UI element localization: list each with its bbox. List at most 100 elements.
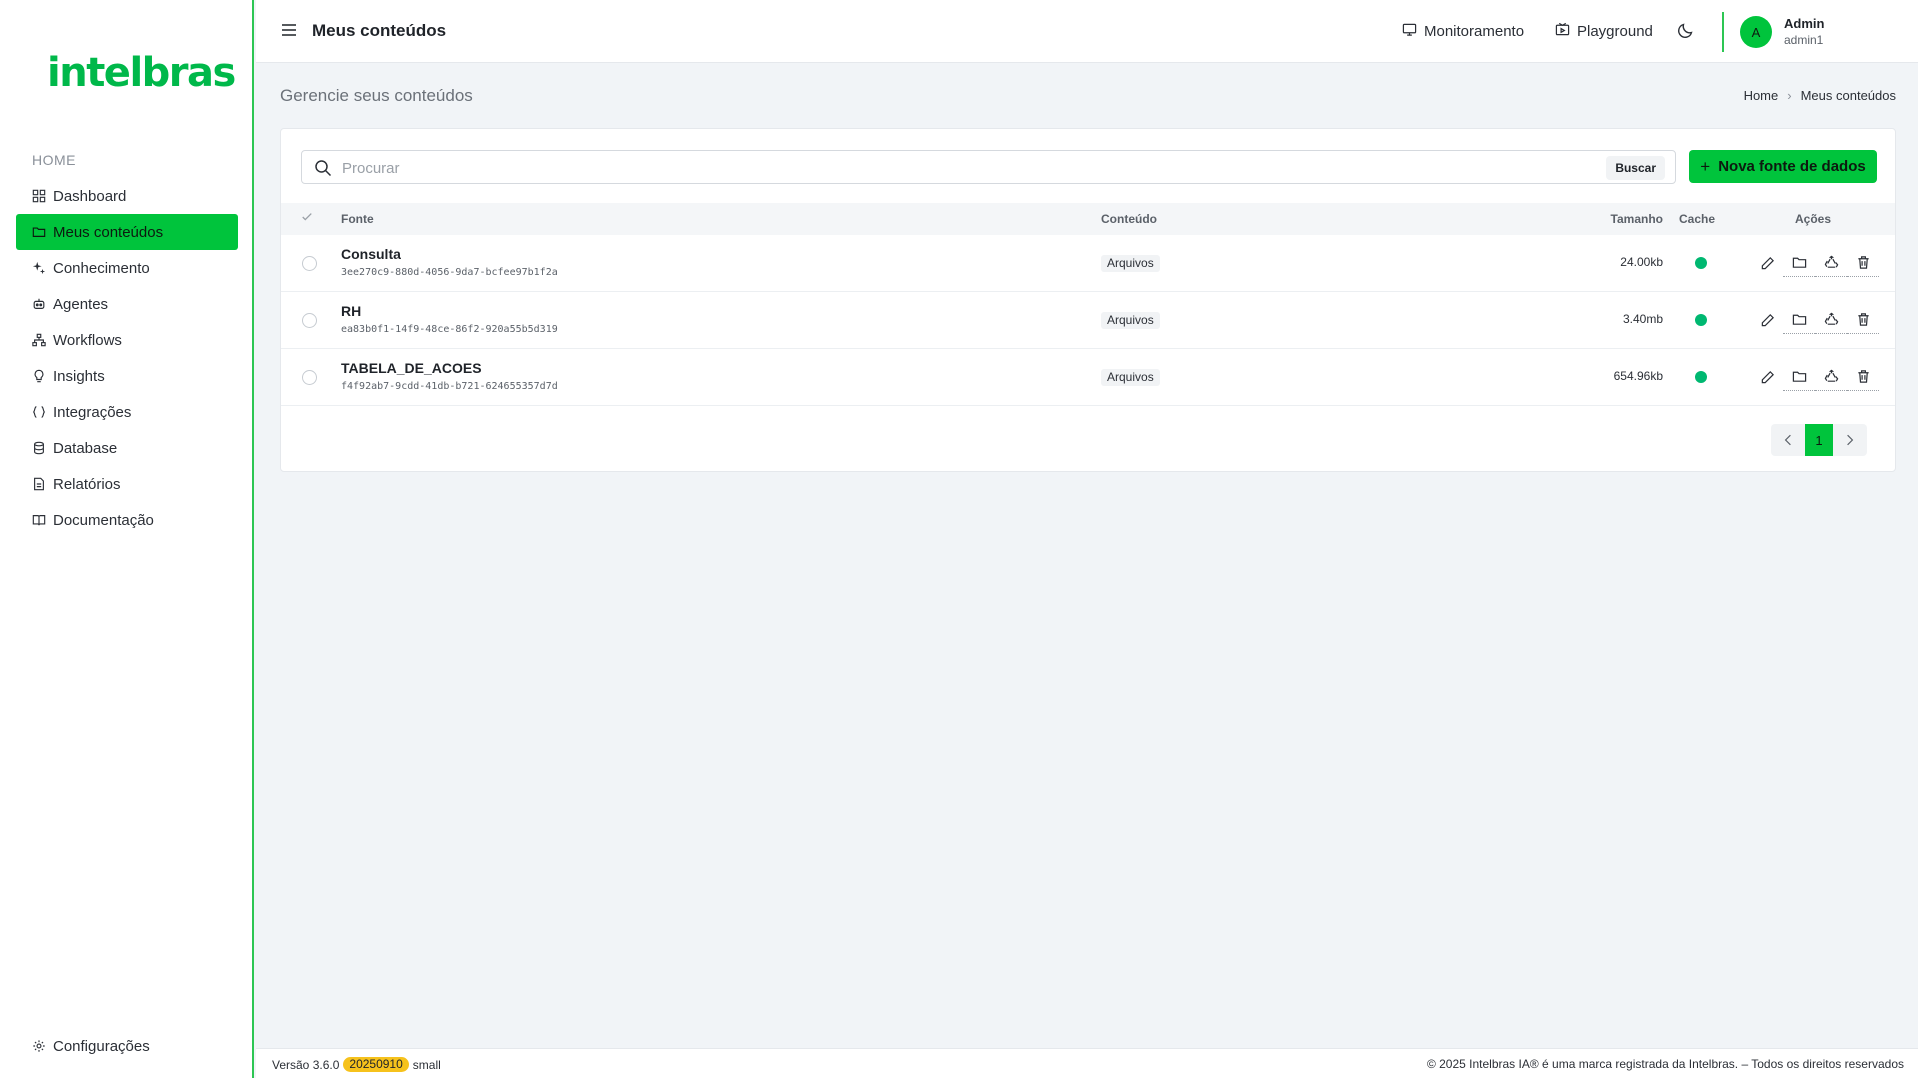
sparkle-icon — [32, 261, 46, 275]
column-actions: Ações — [1795, 212, 1832, 226]
book-icon — [32, 513, 46, 527]
sidebar-item-label: Documentação — [53, 511, 154, 529]
new-data-source-button[interactable]: + Nova fonte de dados — [1689, 150, 1877, 183]
folder-icon[interactable] — [1783, 363, 1815, 391]
edit-pencil-icon[interactable] — [1751, 249, 1783, 277]
sidebar-item-configuracoes[interactable]: Configurações — [16, 1028, 238, 1064]
breadcrumb-home[interactable]: Home — [1744, 88, 1779, 103]
source-id: f4f92ab7-9cdd-41db-b721-624655357d7d — [341, 381, 558, 392]
row-select-radio[interactable] — [302, 370, 317, 385]
menu-icon[interactable] — [280, 21, 298, 39]
breadcrumb-current: Meus conteúdos — [1800, 88, 1896, 103]
sidebar-item-workflows[interactable]: Workflows — [16, 322, 238, 358]
trash-icon[interactable] — [1847, 306, 1879, 334]
page-title: Meus conteúdos — [312, 21, 447, 40]
source-name[interactable]: RH — [341, 303, 361, 319]
trash-icon[interactable] — [1847, 249, 1879, 277]
user-name: Admin — [1784, 16, 1825, 31]
sidebar-item-label: Relatórios — [53, 475, 121, 493]
grid-icon — [32, 189, 46, 203]
source-name[interactable]: TABELA_DE_ACOES — [341, 360, 482, 376]
monitoring-link[interactable]: Monitoramento — [1402, 22, 1524, 41]
database-icon — [32, 441, 46, 455]
content-badge: Arquivos — [1101, 255, 1160, 272]
content-badge: Arquivos — [1101, 312, 1160, 329]
moon-icon[interactable] — [1676, 20, 1696, 40]
build-badge: 20250910 — [343, 1057, 409, 1072]
row-select-radio[interactable] — [302, 313, 317, 328]
sidebar-bottom: Configurações — [16, 1028, 238, 1064]
sidebar-item-meus-conteudos[interactable]: Meus conteúdos — [16, 214, 238, 250]
size-label: small — [412, 1057, 441, 1072]
playground-label: Playground — [1577, 23, 1653, 40]
table-header: Fonte Conteúdo Tamanho Cache Ações — [281, 203, 1895, 235]
avatar[interactable]: A — [1740, 16, 1772, 48]
report-icon — [32, 477, 46, 491]
select-all-check-icon[interactable] — [301, 211, 313, 226]
column-source[interactable]: Fonte — [341, 212, 374, 226]
search-button[interactable]: Buscar — [1606, 156, 1665, 180]
page-number-button[interactable]: 1 — [1805, 424, 1833, 456]
sidebar-item-label: Agentes — [53, 295, 109, 313]
trash-icon[interactable] — [1847, 363, 1879, 391]
table-row: TABELA_DE_ACOES f4f92ab7-9cdd-41db-b721-… — [281, 349, 1895, 406]
chevron-right-icon: › — [1787, 88, 1792, 103]
recycle-icon[interactable] — [1815, 363, 1847, 391]
row-actions — [1751, 306, 1879, 334]
search-box: Buscar — [301, 150, 1676, 184]
footer: Versão 3.6.0 20250910 small © 2025 Intel… — [256, 1048, 1918, 1078]
recycle-icon[interactable] — [1815, 249, 1847, 277]
source-name[interactable]: Consulta — [341, 246, 401, 262]
new-data-source-label: Nova fonte de dados — [1718, 158, 1866, 175]
sidebar-item-agentes[interactable]: Agentes — [16, 286, 238, 322]
sidebar-item-dashboard[interactable]: Dashboard — [16, 178, 238, 214]
source-size: 654.96kb — [1613, 369, 1663, 383]
robot-icon — [32, 297, 46, 311]
copyright: © 2025 Intelbras IA® é uma marca registr… — [1426, 1057, 1904, 1071]
column-size[interactable]: Tamanho — [1611, 212, 1663, 226]
intelbras-logo[interactable]: intelbras — [47, 50, 236, 96]
search-icon — [314, 159, 332, 177]
next-page-button[interactable] — [1833, 424, 1867, 456]
folder-icon — [32, 225, 46, 239]
user-login: admin1 — [1784, 33, 1824, 47]
sidebar-item-label: Dashboard — [53, 187, 127, 205]
sidebar: intelbras HOME Dashboard Meus conteúdos … — [0, 0, 254, 1078]
folder-icon[interactable] — [1783, 249, 1815, 277]
sidebar-item-label: Integrações — [53, 403, 132, 421]
source-size: 3.40mb — [1622, 312, 1663, 326]
sidebar-item-insights[interactable]: Insights — [16, 358, 238, 394]
content-badge: Arquivos — [1101, 369, 1160, 386]
sidebar-item-conhecimento[interactable]: Conhecimento — [16, 250, 238, 286]
playground-link[interactable]: Playground — [1555, 22, 1653, 41]
nav-section-title: HOME — [32, 152, 76, 168]
sidebar-item-relatorios[interactable]: Relatórios — [16, 466, 238, 502]
previous-page-button[interactable] — [1771, 424, 1805, 456]
version-label: Versão 3.6.0 — [272, 1057, 340, 1072]
column-cache: Cache — [1679, 212, 1716, 226]
sidebar-item-label: Insights — [53, 367, 105, 385]
page-subtitle: Gerencie seus conteúdos — [280, 86, 473, 105]
column-content[interactable]: Conteúdo — [1101, 212, 1157, 226]
row-select-radio[interactable] — [302, 256, 317, 271]
sitemap-icon — [32, 333, 46, 347]
edit-pencil-icon[interactable] — [1751, 306, 1783, 334]
header-divider — [1722, 12, 1724, 52]
folder-icon[interactable] — [1783, 306, 1815, 334]
sidebar-item-integracoes[interactable]: Integrações — [16, 394, 238, 430]
version-info: Versão 3.6.0 20250910 small — [272, 1057, 441, 1072]
cache-status-dot — [1695, 257, 1707, 269]
playground-icon — [1555, 22, 1577, 41]
sidebar-item-label: Database — [53, 439, 118, 457]
edit-pencil-icon[interactable] — [1751, 363, 1783, 391]
recycle-icon[interactable] — [1815, 306, 1847, 334]
search-input[interactable] — [342, 157, 1542, 179]
topbar: Meus conteúdos Monitoramento Playground … — [256, 0, 1918, 63]
row-actions — [1751, 249, 1879, 277]
sidebar-item-documentacao[interactable]: Documentação — [16, 502, 238, 538]
sidebar-nav: Dashboard Meus conteúdos Conhecimento Ag… — [16, 178, 238, 538]
sidebar-item-label: Meus conteúdos — [53, 223, 164, 241]
contents-card: Buscar + Nova fonte de dados Fonte Conte… — [280, 128, 1896, 472]
sidebar-item-database[interactable]: Database — [16, 430, 238, 466]
sidebar-item-label: Workflows — [53, 331, 122, 349]
